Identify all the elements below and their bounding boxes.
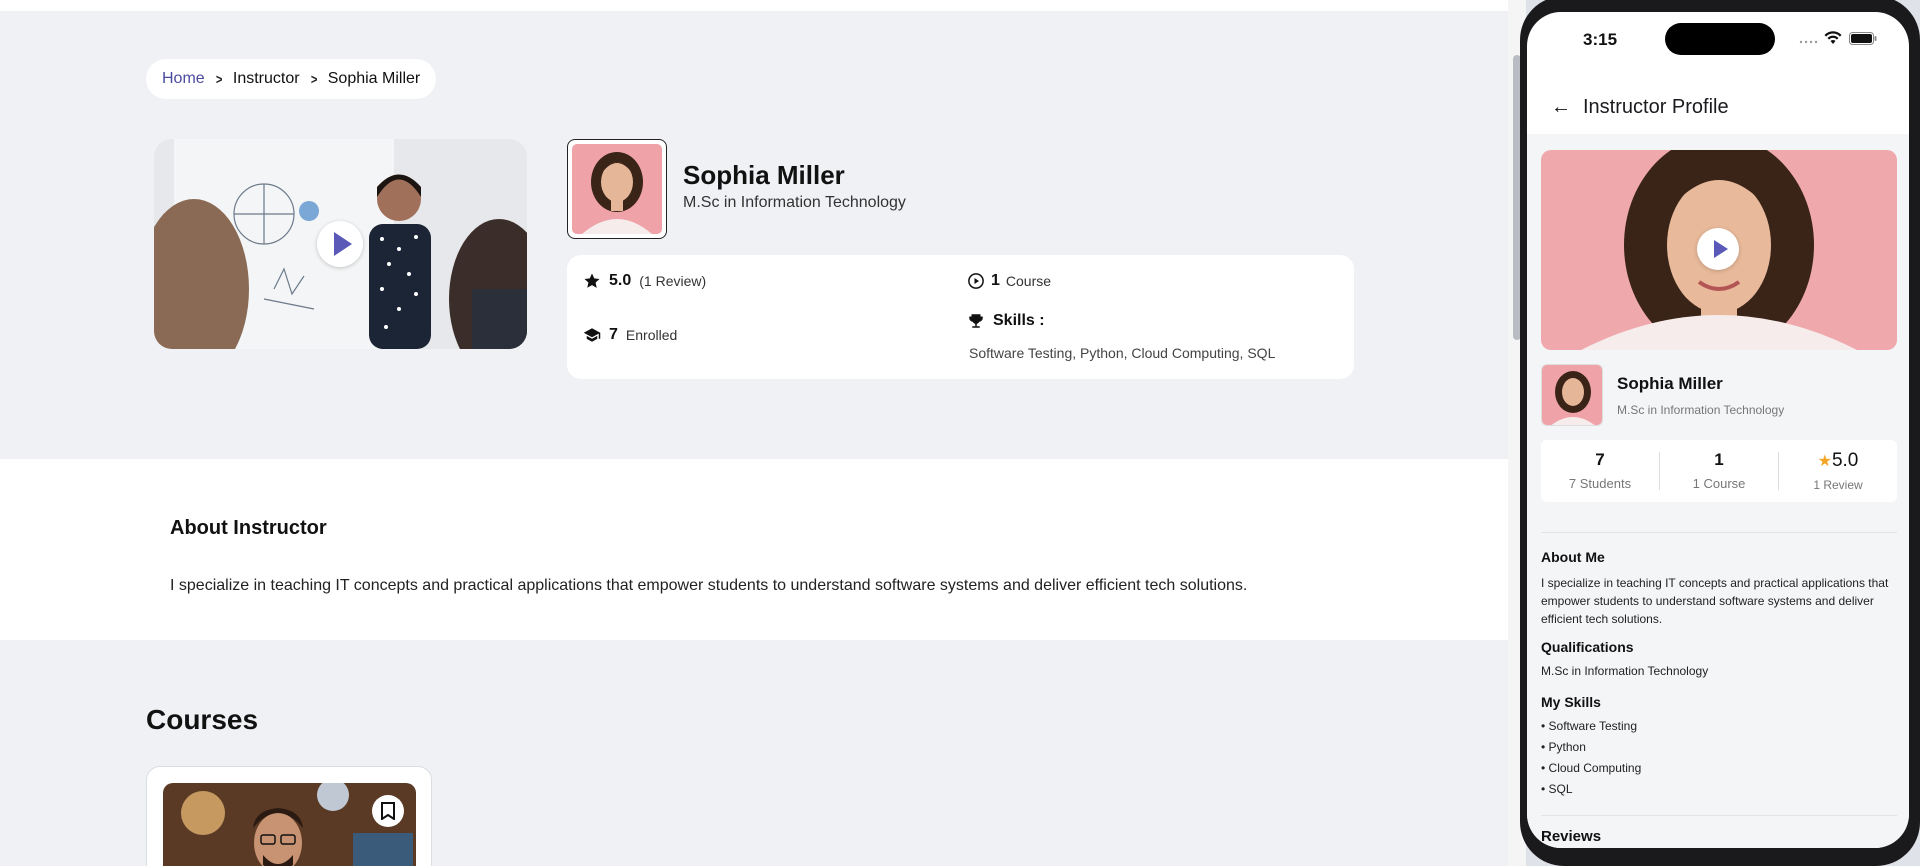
status-time: 3:15: [1583, 30, 1618, 49]
qualifications-title: Qualifications: [1541, 639, 1634, 655]
reviews-title: Reviews: [1541, 828, 1602, 845]
course-count: 1: [991, 272, 1000, 289]
about-title: About Instructor: [170, 517, 327, 539]
rating-number: ★5.0: [1779, 450, 1897, 472]
dynamic-island: [1665, 23, 1775, 55]
students-value: 7: [1595, 450, 1605, 469]
phone-header: ← Instructor Profile: [1527, 78, 1909, 134]
courses-stat: 1 1 Course: [1660, 440, 1778, 502]
web-page: Home > Instructor > Sophia Miller Sophia…: [0, 0, 1508, 866]
skill-item: • Software Testing: [1541, 719, 1638, 733]
phone-instructor-avatar: [1541, 364, 1603, 426]
breadcrumb-home-link[interactable]: Home: [162, 70, 205, 88]
breadcrumb: Home > Instructor > Sophia Miller: [146, 59, 437, 99]
back-arrow-icon[interactable]: ←: [1551, 96, 1571, 119]
star-icon: ★: [1817, 453, 1832, 470]
play-icon: [333, 232, 352, 256]
instructor-avatar: [567, 139, 667, 239]
course-thumbnail-image: [163, 783, 416, 866]
skill-item: • Cloud Computing: [1541, 761, 1642, 775]
rating-value: 5.0: [1831, 450, 1859, 471]
qualifications-text: M.Sc in Information Technology: [1541, 664, 1709, 678]
course-stat: 1 Course: [967, 272, 1051, 290]
phone-screen: 3:15 ← Instructor Profile Sophia Miller …: [1527, 12, 1909, 848]
course-label: Course: [1005, 273, 1052, 289]
intro-video-thumbnail[interactable]: [154, 139, 527, 349]
rating-stat: 5.0 (1 Review): [583, 272, 706, 290]
my-skills-title: My Skills: [1541, 694, 1601, 710]
signal-icon: [1799, 40, 1818, 44]
divider: [1541, 815, 1897, 816]
about-me-title: About Me: [1541, 549, 1605, 565]
breadcrumb-instructor-link[interactable]: Instructor: [233, 70, 300, 88]
phone-instructor-name: Sophia Miller: [1617, 374, 1723, 393]
play-circle-icon: [968, 273, 984, 289]
students-label: 7 Students: [1568, 476, 1632, 491]
courses-label: 1 Course: [1692, 476, 1746, 491]
rating-stat: ★5.0 1 Review: [1779, 440, 1897, 502]
instructor-degree: M.Sc in Information Technology: [683, 194, 906, 211]
courses-title: Courses: [146, 704, 259, 735]
bookmark-button[interactable]: [372, 795, 404, 827]
skills-label: Skills :: [993, 312, 1045, 329]
enrolled-stat: 7 Enrolled: [583, 326, 677, 344]
rating-label: 1 Review: [1813, 478, 1863, 492]
enrolled-label: Enrolled: [625, 327, 678, 343]
phone-header-title: Instructor Profile: [1583, 96, 1729, 118]
trophy-icon: [969, 314, 983, 328]
wifi-icon: [1824, 31, 1842, 44]
avatar-image: [1542, 365, 1602, 425]
instructor-stats-card: 5.0 (1 Review) 7 Enrolled 1 Course Skill…: [567, 255, 1354, 379]
skill-item: • Python: [1541, 740, 1586, 754]
avatar-image: [572, 144, 662, 234]
phone-content: Sophia Miller M.Sc in Information Techno…: [1527, 134, 1909, 848]
rating-value: 5.0: [609, 272, 632, 289]
phone-hero-video[interactable]: [1541, 150, 1897, 350]
top-bar: [0, 0, 1508, 11]
phone-instructor-degree: M.Sc in Information Technology: [1617, 403, 1785, 417]
chevron-right-icon: >: [215, 71, 223, 87]
divider: [1541, 532, 1897, 533]
graduation-cap-icon: [583, 328, 601, 342]
about-me-text: I specialize in teaching IT concepts and…: [1541, 576, 1889, 626]
skill-item: • SQL: [1541, 782, 1573, 796]
students-stat: 7 7 Students: [1541, 440, 1659, 502]
phone-stats-card: 7 7 Students 1 1 Course ★5.0 1 Review: [1541, 440, 1897, 502]
about-text: I specialize in teaching IT concepts and…: [170, 577, 1248, 594]
breadcrumb-current: Sophia Miller: [327, 70, 421, 87]
instructor-name: Sophia Miller: [683, 160, 845, 190]
skills-list: Software Testing, Python, Cloud Computin…: [969, 345, 1276, 361]
about-section: About Instructor I specialize in teachin…: [0, 459, 1508, 640]
battery-icon: [1849, 32, 1877, 45]
chevron-right-icon: >: [310, 71, 317, 87]
course-card[interactable]: [146, 766, 432, 866]
play-icon: [1713, 240, 1728, 258]
courses-value: 1: [1714, 450, 1724, 469]
review-count: (1 Review): [639, 273, 707, 289]
phone-play-video-button[interactable]: [1697, 228, 1739, 270]
enrolled-count: 7: [609, 326, 618, 343]
course-thumbnail[interactable]: [163, 783, 416, 866]
star-icon: [584, 273, 600, 288]
bookmark-icon: [381, 802, 395, 820]
status-bar: 3:15: [1527, 12, 1909, 68]
play-video-button[interactable]: [317, 221, 363, 267]
skills-stat: Skills :: [967, 312, 1045, 330]
